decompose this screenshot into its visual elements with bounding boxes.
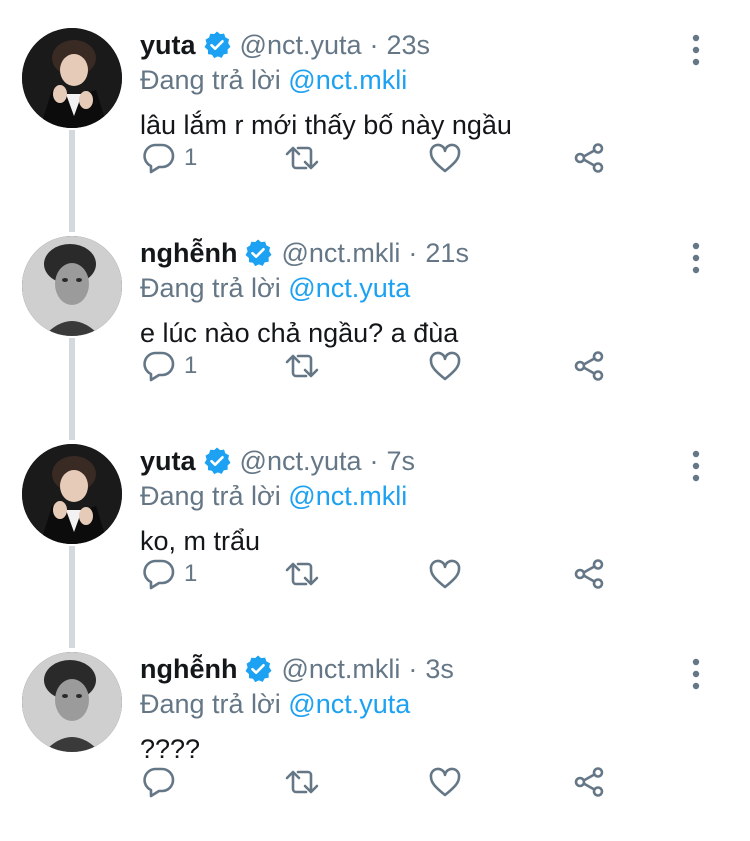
tweet-text: lâu lắm r mới thấy bố này ngầu	[140, 110, 512, 140]
user-handle[interactable]: @nct.yuta	[240, 444, 362, 478]
replying-to: Đang trả lời @nct.mkli	[140, 63, 407, 97]
retweet-button[interactable]	[284, 346, 320, 386]
separator-dot: ·	[369, 30, 379, 60]
more-options-icon[interactable]	[684, 32, 708, 68]
separator-dot: ·	[408, 654, 418, 684]
tweet-header: yuta @nct.yuta · 23s	[140, 28, 430, 62]
more-options-icon[interactable]	[684, 656, 708, 692]
tweet-text: ????	[140, 734, 201, 764]
share-button[interactable]	[572, 554, 606, 594]
avatar[interactable]	[22, 444, 122, 544]
user-handle[interactable]: @nct.yuta	[240, 28, 362, 62]
retweet-button[interactable]	[284, 762, 320, 802]
like-button[interactable]	[428, 346, 462, 386]
display-name[interactable]: nghễnh	[140, 236, 237, 270]
tweet-actions: 1	[0, 138, 750, 178]
tweet[interactable]: nghễnh @nct.mkli · 3s Đang trả lời @nct.…	[0, 624, 750, 832]
reply-count: 1	[184, 144, 198, 171]
mention-link[interactable]: @nct.mkli	[288, 481, 407, 511]
reply-thread: yuta @nct.yuta · 23s Đang trả lời @nct.m…	[0, 0, 750, 841]
display-name[interactable]: yuta	[140, 28, 196, 62]
tweet[interactable]: nghễnh @nct.mkli · 21s Đang trả lời @nct…	[0, 208, 750, 416]
verified-badge-icon	[202, 30, 232, 60]
reply-prefix: Đang trả lời	[140, 689, 281, 719]
tweet-actions: 1	[0, 346, 750, 386]
reply-button[interactable]: 1	[142, 138, 197, 178]
reply-button[interactable]	[142, 762, 184, 802]
reply-count: 1	[184, 560, 198, 587]
replying-to: Đang trả lời @nct.mkli	[140, 479, 407, 513]
retweet-icon	[284, 558, 320, 590]
display-name[interactable]: nghễnh	[140, 652, 237, 686]
share-button[interactable]	[572, 762, 606, 802]
mention-link[interactable]: @nct.yuta	[288, 689, 410, 719]
avatar[interactable]	[22, 28, 122, 128]
tweet[interactable]: yuta @nct.yuta · 7s Đang trả lời @nct.mk…	[0, 416, 750, 624]
tweet-header: nghễnh @nct.mkli · 3s	[140, 652, 454, 686]
reply-icon	[142, 558, 176, 590]
share-icon	[572, 558, 606, 590]
timestamp[interactable]: 21s	[425, 236, 469, 270]
tweet-actions: 1	[0, 554, 750, 594]
like-button[interactable]	[428, 554, 462, 594]
reply-prefix: Đang trả lời	[140, 273, 281, 303]
reply-prefix: Đang trả lời	[140, 65, 281, 95]
user-handle[interactable]: @nct.mkli	[281, 652, 400, 686]
display-name[interactable]: yuta	[140, 444, 196, 478]
like-button[interactable]	[428, 762, 462, 802]
reply-prefix: Đang trả lời	[140, 481, 281, 511]
replying-to: Đang trả lời @nct.yuta	[140, 271, 410, 305]
retweet-icon	[284, 142, 320, 174]
replying-to: Đang trả lời @nct.yuta	[140, 687, 410, 721]
timestamp[interactable]: 23s	[387, 28, 431, 62]
share-icon	[572, 142, 606, 174]
heart-icon	[428, 142, 462, 174]
share-button[interactable]	[572, 346, 606, 386]
tweet-header: yuta @nct.yuta · 7s	[140, 444, 415, 478]
tweet-text: e lúc nào chả ngầu? a đùa	[140, 318, 459, 348]
retweet-icon	[284, 350, 320, 382]
retweet-button[interactable]	[284, 554, 320, 594]
separator-dot: ·	[408, 238, 418, 268]
mention-link[interactable]: @nct.mkli	[288, 65, 407, 95]
reply-icon	[142, 142, 176, 174]
avatar[interactable]	[22, 652, 122, 752]
retweet-button[interactable]	[284, 138, 320, 178]
reply-icon	[142, 350, 176, 382]
user-handle[interactable]: @nct.mkli	[281, 236, 400, 270]
reply-icon	[142, 766, 176, 798]
tweet-header: nghễnh @nct.mkli · 21s	[140, 236, 469, 270]
share-icon	[572, 766, 606, 798]
reply-button[interactable]: 1	[142, 554, 197, 594]
reply-button[interactable]: 1	[142, 346, 197, 386]
verified-badge-icon	[243, 654, 273, 684]
separator-dot: ·	[369, 446, 379, 476]
verified-badge-icon	[202, 446, 232, 476]
reply-count: 1	[184, 352, 198, 379]
avatar[interactable]	[22, 236, 122, 336]
more-options-icon[interactable]	[684, 240, 708, 276]
timestamp[interactable]: 3s	[425, 652, 454, 686]
mention-link[interactable]: @nct.yuta	[288, 273, 410, 303]
timestamp[interactable]: 7s	[387, 444, 416, 478]
share-button[interactable]	[572, 138, 606, 178]
heart-icon	[428, 350, 462, 382]
tweet-text: ko, m trẩu	[140, 526, 261, 556]
tweet[interactable]: yuta @nct.yuta · 23s Đang trả lời @nct.m…	[0, 0, 750, 208]
more-options-icon[interactable]	[684, 448, 708, 484]
verified-badge-icon	[243, 238, 273, 268]
share-icon	[572, 350, 606, 382]
heart-icon	[428, 558, 462, 590]
retweet-icon	[284, 766, 320, 798]
tweet-actions	[0, 762, 750, 802]
like-button[interactable]	[428, 138, 462, 178]
heart-icon	[428, 766, 462, 798]
